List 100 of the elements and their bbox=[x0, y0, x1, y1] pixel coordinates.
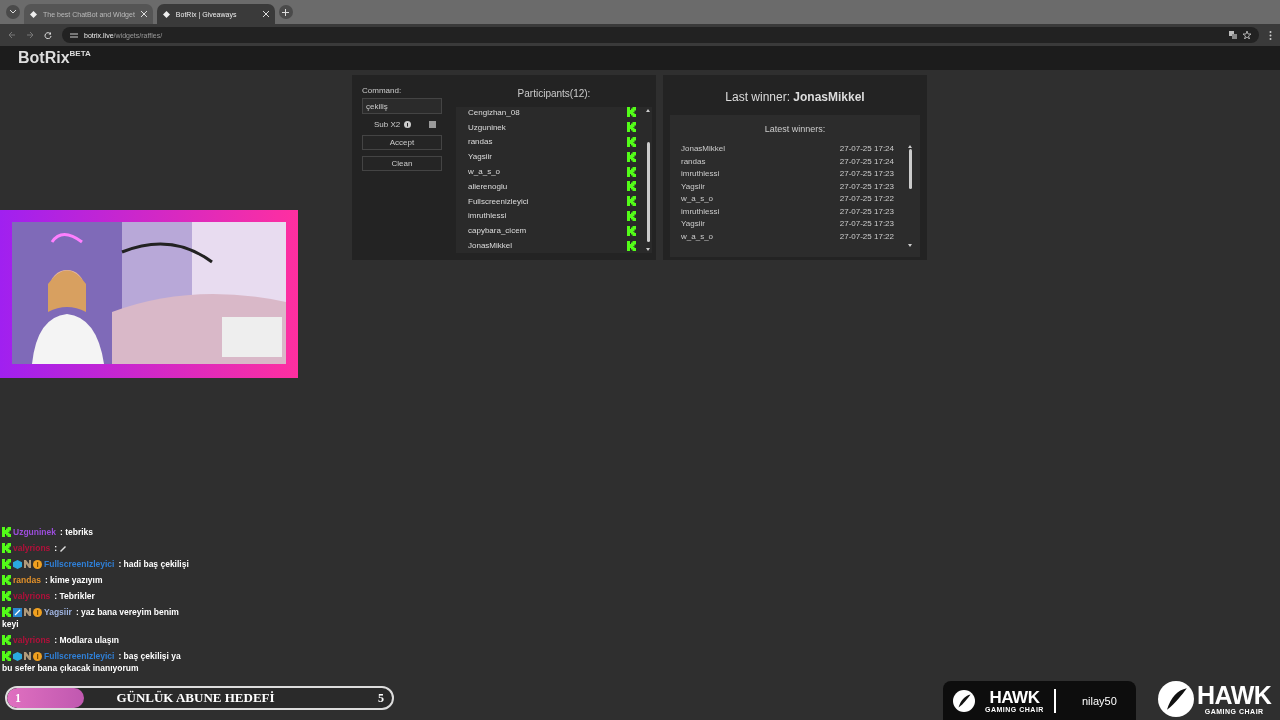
winner-time: 27-07-25 17:24 bbox=[839, 143, 894, 155]
chat-username: Yagsiir bbox=[44, 606, 72, 618]
favicon-icon bbox=[30, 10, 37, 18]
n-icon bbox=[24, 652, 31, 660]
feather-logo-icon bbox=[953, 689, 975, 712]
sub-checkbox[interactable] bbox=[429, 121, 437, 128]
coupon-code: nilay50 bbox=[1081, 694, 1117, 707]
winner-time: 27-07-25 17:23 bbox=[839, 205, 894, 218]
forward-icon[interactable] bbox=[26, 31, 34, 39]
participants-title: Participants(12): bbox=[517, 88, 591, 99]
participant-name: randas bbox=[468, 137, 493, 147]
latest-winners-title: Latest winners: bbox=[764, 124, 826, 134]
winner-time: 27-07-25 17:22 bbox=[839, 230, 894, 243]
coin-icon bbox=[33, 651, 42, 661]
chat-text: : Tebrikler bbox=[54, 590, 95, 602]
participant-name: capybara_cicem bbox=[468, 226, 527, 236]
sub-label: Sub X2 bbox=[374, 120, 401, 129]
info-icon bbox=[404, 121, 412, 128]
command-field[interactable]: çekiliş bbox=[362, 98, 442, 114]
kick-icon bbox=[627, 196, 636, 207]
winner-time: 27-07-25 17:23 bbox=[839, 218, 894, 230]
reload-icon[interactable] bbox=[44, 31, 52, 39]
goal-target: 5 bbox=[377, 690, 384, 706]
kick-icon bbox=[627, 151, 636, 162]
close-icon[interactable] bbox=[262, 11, 269, 17]
winner-name: randas bbox=[681, 155, 706, 168]
kick-icon bbox=[2, 607, 11, 617]
kick-icon bbox=[2, 559, 11, 569]
participant-name: alierenoglu bbox=[468, 181, 508, 191]
kick-icon bbox=[627, 240, 636, 251]
chat-text: : kime yazıyım bbox=[44, 574, 103, 586]
participant-name: Cengizhan_08 bbox=[468, 107, 520, 117]
plus-icon[interactable] bbox=[282, 8, 290, 16]
n-icon bbox=[24, 608, 31, 616]
star-icon[interactable] bbox=[1243, 31, 1251, 39]
kick-icon bbox=[2, 635, 11, 645]
coin-icon bbox=[33, 607, 42, 617]
chat-text: : baş çekilişi ya bbox=[118, 650, 181, 662]
menu-icon[interactable] bbox=[1269, 30, 1272, 40]
chat-text: : bbox=[54, 542, 58, 554]
participant-name: w_a_s_o bbox=[468, 167, 501, 177]
winner-time: 27-07-25 17:23 bbox=[839, 180, 894, 193]
clean-button[interactable]: Clean bbox=[362, 156, 442, 171]
winner-time: 27-07-25 17:22 bbox=[839, 193, 894, 205]
winner-name: imruthlessi bbox=[681, 205, 720, 218]
participant-name: Uzguninek bbox=[468, 122, 506, 132]
coin-icon bbox=[33, 559, 42, 569]
winner-name: imruthlessi bbox=[681, 168, 720, 180]
kick-icon bbox=[627, 107, 636, 118]
kick-icon bbox=[627, 181, 636, 192]
kick-icon bbox=[627, 137, 636, 147]
cube-icon bbox=[13, 651, 22, 661]
chat-text: bu sefer bana çıkacak inanıyorum bbox=[2, 662, 139, 674]
n-icon bbox=[24, 560, 31, 568]
kick-icon bbox=[627, 210, 636, 221]
chat-username: valyrions bbox=[13, 634, 51, 646]
winner-name: w_a_s_o bbox=[681, 193, 714, 205]
tab-list-button[interactable] bbox=[6, 5, 20, 19]
kick-icon bbox=[627, 166, 636, 177]
chat-text: : yaz bana vereyim benim bbox=[75, 606, 179, 618]
winner-name: w_a_s_o bbox=[681, 230, 714, 243]
command-label: Command: bbox=[362, 86, 403, 95]
new-tab-button[interactable] bbox=[278, 5, 293, 19]
winner-name: JonasMikkel bbox=[681, 143, 725, 155]
chat-text: : Modlara ulaşın bbox=[54, 634, 120, 646]
participant-name: Fullscreenizleyici bbox=[468, 196, 529, 206]
kick-icon bbox=[2, 591, 11, 601]
chat-text: : tebriks bbox=[60, 526, 94, 538]
site-settings-icon[interactable] bbox=[70, 31, 78, 39]
goal-current: 1 bbox=[14, 690, 21, 706]
emote-icon bbox=[59, 544, 67, 552]
chat-username: valyrions bbox=[13, 542, 51, 554]
chat-text: keyi bbox=[2, 618, 19, 630]
kick-icon bbox=[2, 543, 11, 553]
kick-icon bbox=[2, 527, 11, 537]
winner-name: Yagsiir bbox=[681, 218, 705, 230]
kick-icon bbox=[627, 225, 636, 236]
favicon-icon bbox=[162, 10, 170, 18]
goal-title: GÜNLÜK ABUNE HEDEFİ bbox=[115, 690, 276, 706]
chat-username: randas bbox=[13, 574, 41, 586]
accept-button[interactable]: Accept bbox=[362, 135, 442, 150]
chevron-down-icon[interactable] bbox=[10, 10, 16, 14]
cube-icon bbox=[13, 559, 22, 569]
kick-icon bbox=[2, 575, 11, 585]
feather-logo-icon bbox=[1158, 681, 1194, 717]
kick-icon bbox=[627, 122, 636, 133]
close-icon[interactable] bbox=[140, 11, 147, 17]
chat-text: : hadi baş çekilişi bbox=[118, 558, 189, 570]
participant-name: JonasMikkel bbox=[468, 241, 512, 251]
winner-time: 27-07-25 17:24 bbox=[839, 155, 894, 168]
last-winner: Last winner: JonasMikkel bbox=[725, 90, 865, 104]
kick-icon bbox=[2, 651, 11, 661]
chat-username: FullscreenIzleyici bbox=[44, 558, 115, 570]
sword-icon bbox=[13, 607, 22, 617]
winner-time: 27-07-25 17:23 bbox=[839, 168, 894, 180]
participant-name: imruthlessi bbox=[468, 211, 507, 221]
participant-name: Yagsiir bbox=[468, 152, 492, 162]
back-icon[interactable] bbox=[8, 31, 16, 39]
translate-icon[interactable] bbox=[1229, 31, 1237, 39]
winner-name: Yagsiir bbox=[681, 180, 705, 193]
